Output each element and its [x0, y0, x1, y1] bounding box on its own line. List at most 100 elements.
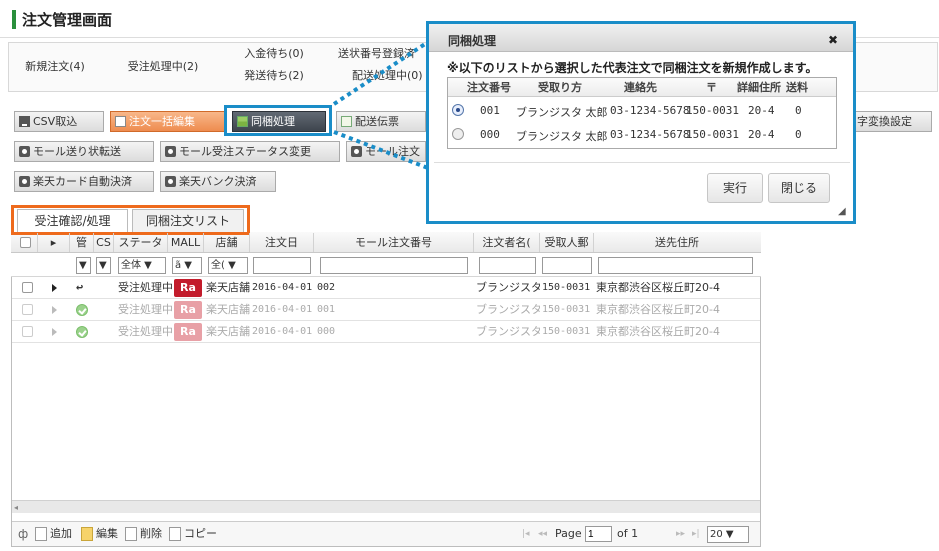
- ship-address-filter[interactable]: [598, 257, 753, 274]
- header-shop[interactable]: 店舗: [204, 233, 250, 252]
- header-mall[interactable]: MALL: [168, 233, 204, 252]
- bulk-edit-button[interactable]: 注文一括編集: [110, 111, 225, 132]
- prev-page-icon[interactable]: ◂◂: [538, 529, 547, 539]
- shop-cell: 楽天店舗: [206, 281, 250, 294]
- header-expand: ▸: [38, 233, 70, 252]
- header-ship-address[interactable]: 送先住所: [594, 233, 760, 252]
- status-shipping-wait[interactable]: 発送待ち(2): [232, 66, 316, 86]
- zip-cell: 150-0031: [542, 326, 591, 337]
- dialog-header-zip: 〒: [706, 81, 717, 94]
- customer-name-filter[interactable]: [479, 257, 536, 274]
- add-icon: [35, 527, 47, 541]
- table-row[interactable]: 受注処理中 Ra 楽天店舗 2016-04-01 001 ブランジスタ 150-…: [12, 299, 760, 321]
- next-page-icon[interactable]: ▸▸: [676, 529, 685, 539]
- admin-filter-select[interactable]: ▼: [76, 257, 91, 274]
- mall-order-number-filter[interactable]: [320, 257, 468, 274]
- gear-icon: [165, 176, 176, 187]
- header-customer-name[interactable]: 注文者名(: [474, 233, 540, 252]
- dialog-address: 20-4: [748, 104, 775, 117]
- dialog-divider: [434, 162, 850, 163]
- row-radio[interactable]: [452, 128, 464, 140]
- status-cell: 受注処理中: [118, 281, 172, 294]
- dialog-zip: 150-0031: [686, 104, 739, 117]
- document-icon: [115, 116, 126, 127]
- recipient-zip-filter[interactable]: [542, 257, 592, 274]
- csv-import-label: CSV取込: [33, 115, 78, 128]
- mall-badge: Ra: [174, 301, 202, 319]
- close-button[interactable]: 閉じる: [768, 173, 830, 203]
- bundle-highlight: [224, 105, 332, 136]
- shop-cell: 楽天店舗: [206, 303, 250, 316]
- pencil-icon: [81, 527, 93, 541]
- expand-icon[interactable]: [52, 306, 57, 314]
- cs-filter-select[interactable]: ▼: [96, 257, 111, 274]
- dialog-phone: 03-1234-5678: [610, 128, 690, 141]
- close-icon[interactable]: ✖: [828, 33, 838, 47]
- header-recipient-zip[interactable]: 受取人郵: [540, 233, 594, 252]
- customer-cell: ブランジスタ: [476, 325, 540, 338]
- status-payment-wait[interactable]: 入金待ち(0): [232, 44, 316, 64]
- rakuten-card-button[interactable]: 楽天カード自動決済: [14, 171, 154, 192]
- rakuten-bank-label: 楽天バンク決済: [179, 175, 257, 188]
- address-cell: 東京都渋谷区桜丘町20-4: [596, 281, 720, 294]
- shop-filter-select[interactable]: 全( ▼: [208, 257, 248, 274]
- gear-icon: [19, 146, 30, 157]
- page-size-select[interactable]: 20 ▼: [707, 526, 749, 543]
- delete-button[interactable]: 削除: [124, 527, 162, 541]
- refresh-icon[interactable]: ф: [18, 527, 28, 541]
- select-all-checkbox[interactable]: [20, 237, 31, 248]
- header-order-date[interactable]: 注文日: [250, 233, 314, 252]
- edit-label: 編集: [96, 527, 118, 540]
- table-row[interactable]: 受注処理中 Ra 楽天店舗 2016-04-01 000 ブランジスタ 150-…: [12, 321, 760, 343]
- row-checkbox[interactable]: [22, 326, 33, 337]
- address-cell: 東京都渋谷区桜丘町20-4: [596, 303, 720, 316]
- header-status[interactable]: ステータ: [114, 233, 168, 252]
- gear-icon: [19, 176, 30, 187]
- zip-cell: 150-0031: [542, 304, 591, 315]
- dialog-title: 同梱処理: [448, 34, 497, 48]
- header-cs[interactable]: CS: [94, 233, 114, 252]
- dialog-row[interactable]: 001 ブランジスタ 太郎 03-1234-5678 150-0031 20-4…: [448, 99, 808, 123]
- mall-invoice-transfer-label: モール送り状転送: [33, 145, 121, 158]
- status-processing[interactable]: 受注処理中(2): [120, 57, 206, 77]
- execute-button[interactable]: 実行: [707, 173, 763, 203]
- header-mall-order-number[interactable]: モール注文番号: [314, 233, 474, 252]
- horizontal-scrollbar[interactable]: ◂: [12, 500, 760, 513]
- status-filter-select[interactable]: 全体 ▼: [118, 257, 166, 274]
- delete-icon: [125, 527, 137, 541]
- page-number-input[interactable]: [585, 526, 612, 542]
- row-checkbox[interactable]: [22, 304, 33, 315]
- expand-icon[interactable]: [52, 328, 57, 336]
- zip-cell: 150-0031: [542, 282, 591, 293]
- tabs-highlight: [11, 205, 250, 235]
- header-select[interactable]: [12, 233, 38, 252]
- table-row[interactable]: ↩ 受注処理中 Ra 楽天店舗 2016-04-01 002 ブランジスタ 15…: [12, 277, 760, 299]
- rakuten-bank-button[interactable]: 楽天バンク決済: [160, 171, 276, 192]
- last-page-icon[interactable]: ▸|: [692, 529, 700, 539]
- mall-invoice-transfer-button[interactable]: モール送り状転送: [14, 141, 154, 162]
- row-radio[interactable]: [452, 104, 464, 116]
- first-page-icon[interactable]: |◂: [522, 529, 530, 539]
- check-icon: [76, 326, 88, 338]
- scroll-left-icon[interactable]: ◂: [14, 503, 18, 512]
- conversion-settings-button[interactable]: 字変換設定: [852, 111, 932, 132]
- edit-button[interactable]: 編集: [80, 527, 118, 541]
- copy-button[interactable]: コピー: [168, 527, 217, 541]
- status-new-orders[interactable]: 新規注文(4): [20, 57, 90, 77]
- dialog-order-number: 000: [480, 128, 500, 141]
- expand-icon[interactable]: [52, 284, 57, 292]
- mall-filter-select[interactable]: ã ▼: [172, 257, 202, 274]
- dialog-shipping: 0: [795, 128, 802, 141]
- customer-cell: ブランジスタ: [476, 303, 540, 316]
- csv-import-button[interactable]: CSV取込: [14, 111, 104, 132]
- header-admin[interactable]: 管: [70, 233, 94, 252]
- title-accent-bar: [12, 10, 16, 29]
- dialog-order-number: 001: [480, 104, 500, 117]
- dialog-row[interactable]: 000 ブランジスタ 太郎 03-1234-5678 150-0031 20-4…: [448, 123, 808, 147]
- row-checkbox[interactable]: [22, 282, 33, 293]
- order-date-filter[interactable]: [253, 257, 311, 274]
- mall-status-change-button[interactable]: モール受注ステータス変更: [160, 141, 340, 162]
- resize-handle-icon[interactable]: ◢: [838, 206, 846, 217]
- page-title: 注文管理画面: [22, 11, 113, 29]
- add-button[interactable]: 追加: [34, 527, 72, 541]
